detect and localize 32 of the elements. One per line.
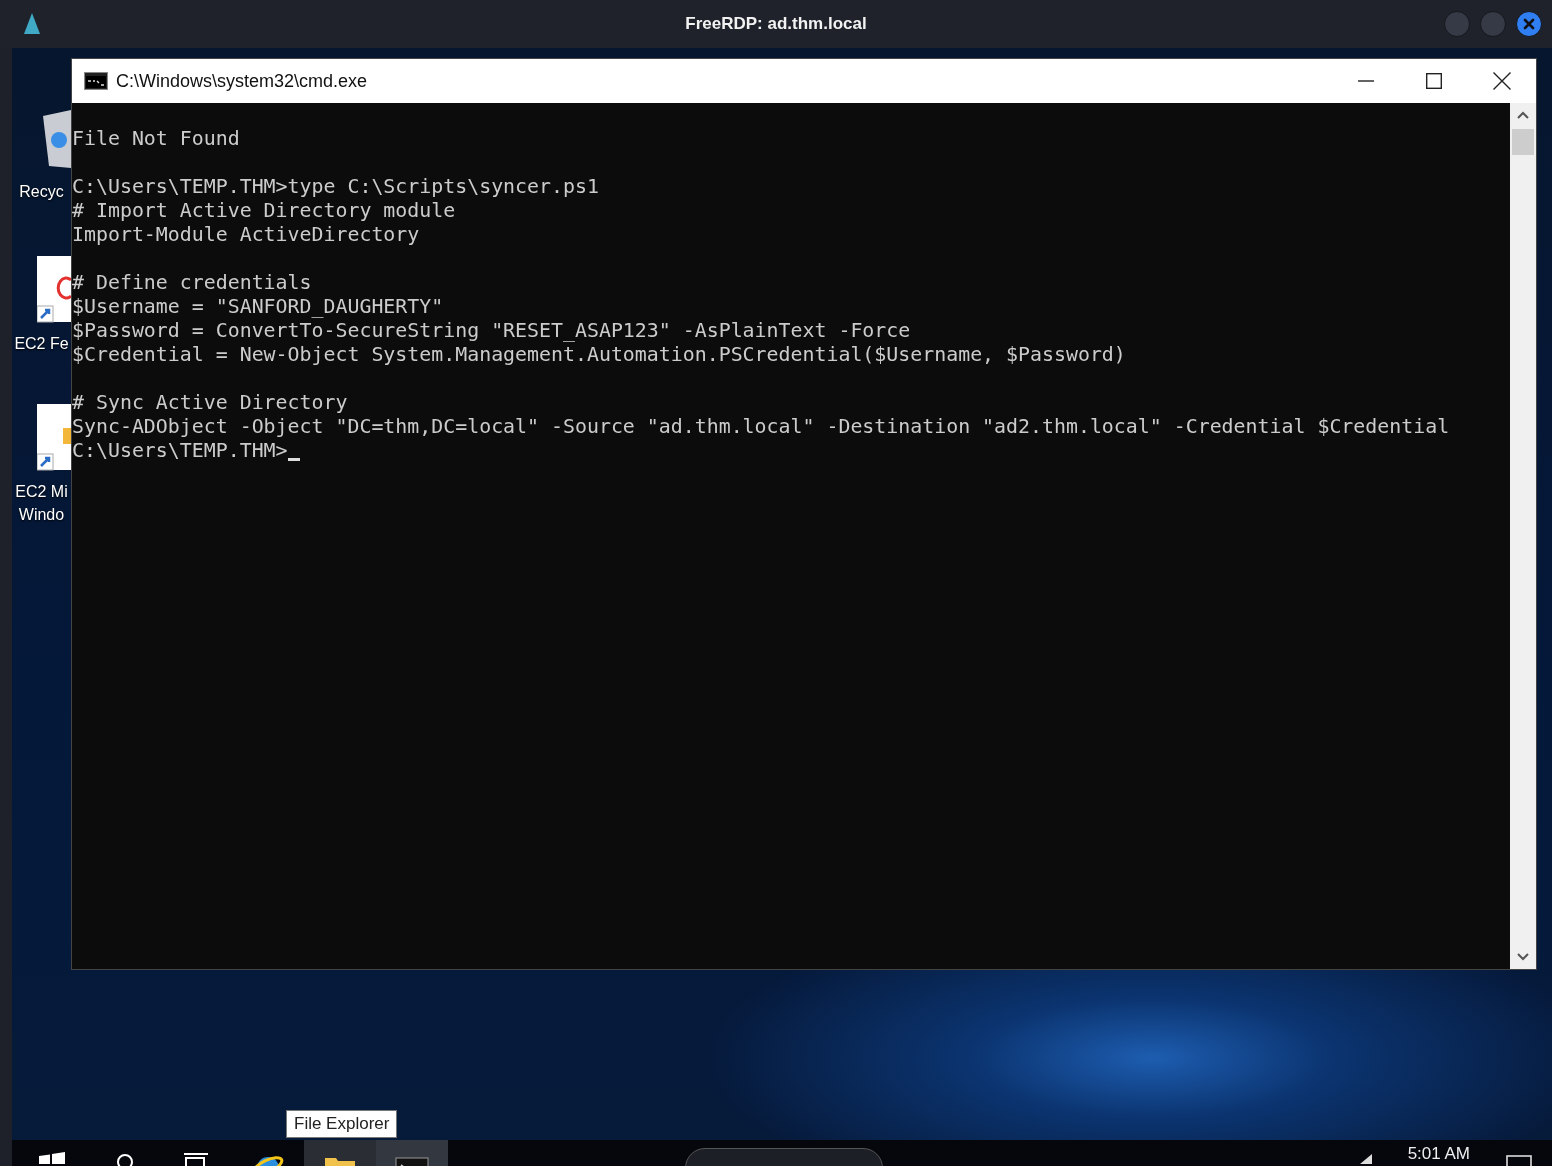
console-line: Sync-ADObject -Object "DC=thm,DC=local" -Source "ad.thm.local" -Destination "ad2.thm.local" -Credential $Credential [72, 415, 1450, 439]
shark-fin-icon [22, 12, 42, 36]
close-button[interactable] [1516, 11, 1542, 37]
maximize-icon [1426, 73, 1442, 89]
scrollbar[interactable] [1510, 103, 1536, 969]
window-title: C:\Windows\system32\cmd.exe [116, 70, 368, 92]
console-line: $Credential = New-Object System.Management.Automation.PSCredential($Username, $Password) [72, 343, 1126, 367]
console-line: C:\Users\TEMP.THM> [72, 439, 288, 463]
console-icon [84, 72, 108, 90]
console-line: File Not Found [72, 127, 240, 151]
speaker-icon [1359, 1154, 1372, 1164]
scroll-up-icon[interactable] [1517, 111, 1529, 119]
shortcut-icon[interactable] [37, 404, 71, 472]
close-icon [1493, 72, 1511, 90]
desktop-icon-label: Recyc [19, 182, 64, 202]
scrollbar-thumb[interactable] [1512, 129, 1534, 155]
console-line: # Sync Active Directory [72, 391, 348, 415]
tooltip: File Explorer [286, 1110, 398, 1138]
console-line: Import-Module ActiveDirectory [72, 223, 420, 247]
shortcut-icon[interactable] [37, 256, 71, 324]
minimize-icon [1358, 80, 1374, 82]
console-line: C:\Users\TEMP.THM>type C:\Scripts\syncer.ps1 [72, 175, 599, 199]
console-line: # Define credentials [72, 271, 312, 295]
desktop-icon-label: EC2 Fe [14, 334, 69, 354]
desktop-icon-label: EC2 Mi Windo [15, 482, 68, 525]
console-line: # Import Active Directory module [72, 199, 456, 223]
clock[interactable]: 5:01 AM [1407, 1144, 1470, 1164]
scroll-down-icon[interactable] [1517, 953, 1529, 961]
console-line: $Username = "SANFORD_DAUGHERTY" [72, 295, 444, 319]
window-title: FreeRDP: ad.thm.local [685, 14, 867, 34]
close-icon [1523, 18, 1535, 30]
console-line: $Password = ConvertTo-SecureString "RESET_ASAP123" -AsPlainText -Force [72, 319, 911, 343]
